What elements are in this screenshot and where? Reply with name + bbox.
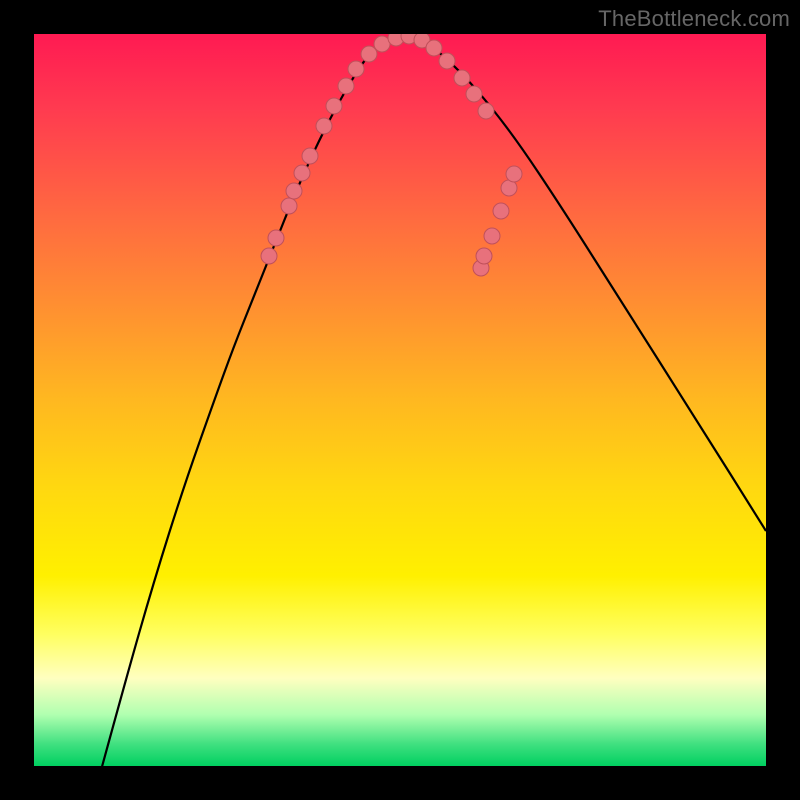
dot — [478, 103, 494, 119]
watermark-text: TheBottleneck.com — [598, 6, 790, 32]
dot — [286, 183, 302, 199]
dot — [338, 78, 354, 94]
dot — [484, 228, 500, 244]
dot — [268, 230, 284, 246]
dot — [361, 46, 377, 62]
curve-layer — [34, 34, 766, 766]
dot — [348, 61, 364, 77]
bottleneck-curve — [94, 37, 766, 766]
dot — [493, 203, 509, 219]
highlight-dots — [261, 34, 522, 276]
dot — [302, 148, 318, 164]
chart-frame: TheBottleneck.com — [0, 0, 800, 800]
dot — [316, 118, 332, 134]
dot — [261, 248, 277, 264]
dot — [426, 40, 442, 56]
dot — [466, 86, 482, 102]
dot — [439, 53, 455, 69]
dot — [294, 165, 310, 181]
dot — [476, 248, 492, 264]
plot-area — [34, 34, 766, 766]
dot — [506, 166, 522, 182]
dot — [281, 198, 297, 214]
dot — [326, 98, 342, 114]
dot — [454, 70, 470, 86]
